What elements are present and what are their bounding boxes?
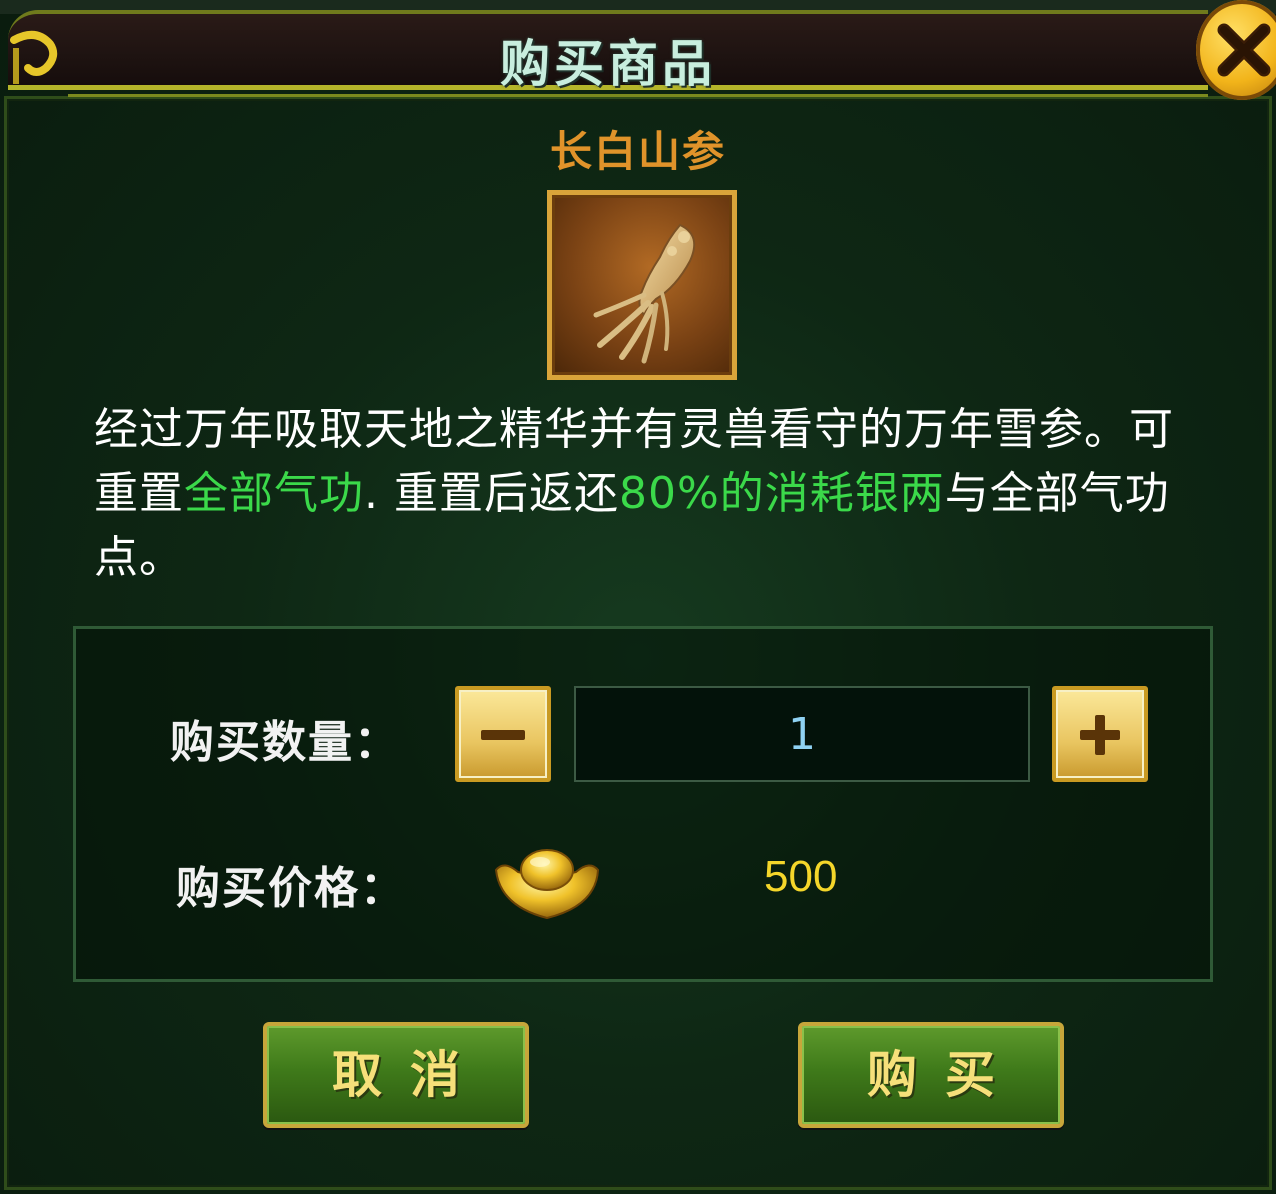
title-bar: 购买商品	[8, 10, 1208, 97]
gold-ingot-icon	[494, 849, 600, 920]
item-description: 经过万年吸取天地之精华并有灵兽看守的万年雪参。可重置全部气功. 重置后返还80%…	[94, 398, 1218, 590]
description-highlight-1: 全部气功	[184, 468, 364, 519]
cancel-button[interactable]: 取消	[263, 1022, 529, 1128]
decrease-quantity-button[interactable]	[455, 686, 551, 782]
dialog-title: 购买商品	[500, 35, 716, 93]
quantity-label: 购买数量：	[170, 717, 400, 768]
item-name: 长白山参	[549, 127, 726, 176]
description-highlight-2: 80%的消耗银两	[618, 468, 945, 519]
minus-icon	[481, 730, 525, 740]
price-label: 购买价格：	[176, 863, 406, 914]
close-x-icon	[1217, 23, 1271, 77]
plus-icon	[1080, 715, 1120, 755]
increase-quantity-button[interactable]	[1052, 686, 1148, 782]
quantity-input[interactable]	[574, 686, 1030, 782]
ginseng-icon	[593, 223, 696, 364]
corner-ornament-icon	[10, 30, 58, 84]
item-icon-frame	[547, 190, 737, 380]
trade-panel	[73, 626, 1213, 982]
description-text-2: . 重置后返还	[364, 468, 619, 519]
buy-button[interactable]: 购买	[798, 1022, 1064, 1128]
purchase-dialog: 购买商品 长白山参 经过万年吸取天地之精华并有灵兽看守的万年雪参。可重置全部气功…	[0, 0, 1276, 1194]
close-button[interactable]	[1196, 0, 1276, 100]
price-value: 500	[764, 852, 838, 901]
